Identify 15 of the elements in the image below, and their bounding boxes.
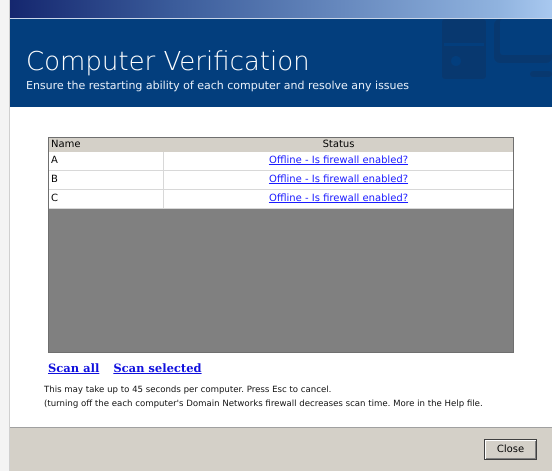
status-link[interactable]: Offline - Is firewall enabled? [268, 155, 408, 166]
table-cell: C [49, 190, 164, 208]
column-header: Name [50, 138, 82, 152]
scan-link[interactable]: Scan all [48, 361, 100, 375]
status-link[interactable]: Offline - Is firewall enabled? [268, 174, 408, 185]
note-text: This may take up to 45 seconds per computer. Press Esc to cancel. [44, 384, 332, 397]
status-link[interactable]: Offline - Is firewall enabled? [268, 193, 408, 204]
close-button[interactable]: Close [484, 439, 537, 460]
column-header: Status [322, 138, 356, 152]
dialog-title: Computer Verification [26, 47, 311, 77]
table-cell: B [49, 171, 164, 189]
note-text: (turning off the each computer's Domain Networks firewall decreases scan time. More in the Help file. [44, 398, 484, 411]
scan-link[interactable]: Scan selected [113, 361, 202, 375]
table-cell: A [49, 152, 164, 170]
dialog-subtitle: Ensure the restarting ability of each computer and resolve any issues [26, 79, 410, 93]
